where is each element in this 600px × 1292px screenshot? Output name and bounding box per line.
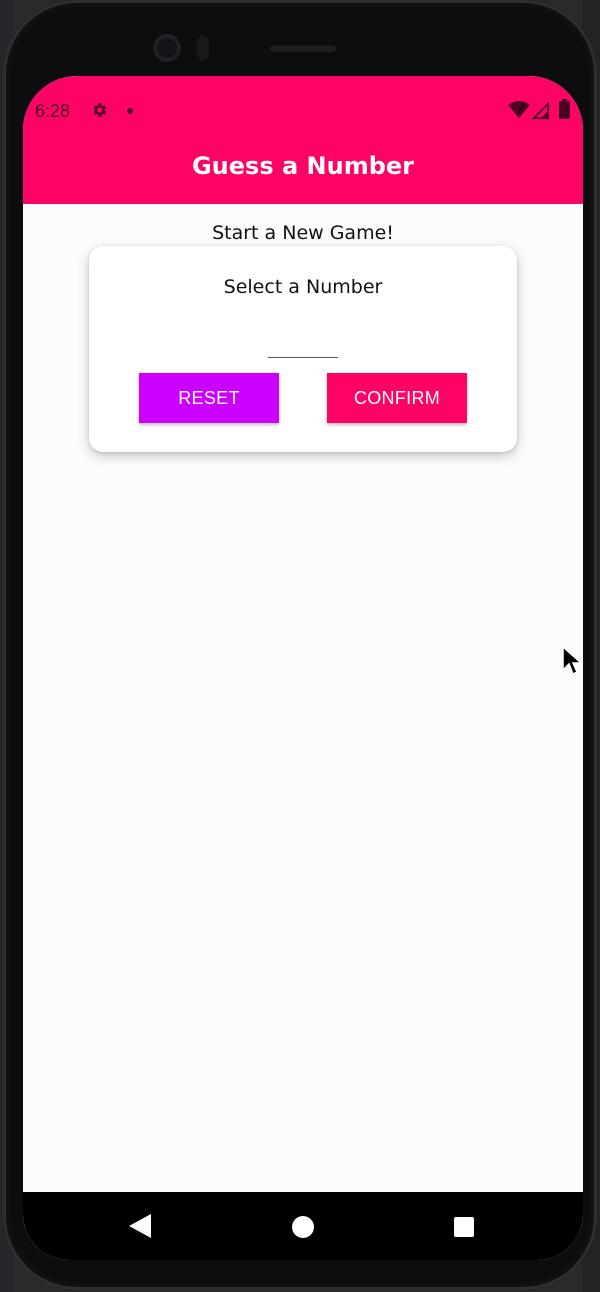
notification-dot-icon bbox=[127, 108, 133, 114]
app-title: Guess a Number bbox=[191, 152, 414, 180]
screenshot-stage: 6:28 Guess a Number Start a New Game! Se… bbox=[0, 0, 600, 1292]
recents-icon[interactable] bbox=[454, 1217, 474, 1237]
select-number-label: Select a Number bbox=[223, 276, 383, 298]
phone-frame: 6:28 Guess a Number Start a New Game! Se… bbox=[3, 0, 597, 1290]
app-bar: Guess a Number bbox=[23, 144, 583, 204]
battery-icon bbox=[559, 99, 570, 119]
navigation-bar bbox=[23, 1192, 583, 1260]
sensor-icon bbox=[197, 36, 209, 60]
start-game-screen: Start a New Game! Select a Number RESET … bbox=[23, 204, 583, 1192]
phone-screen: 6:28 Guess a Number Start a New Game! Se… bbox=[23, 76, 583, 1260]
back-icon[interactable] bbox=[129, 1214, 151, 1238]
speaker-grille bbox=[269, 44, 337, 52]
reset-button[interactable]: RESET bbox=[139, 373, 279, 423]
status-time: 6:28 bbox=[35, 101, 71, 121]
number-input[interactable] bbox=[268, 330, 338, 358]
mouse-cursor-icon bbox=[562, 646, 582, 676]
input-card: Select a Number RESET CONFIRM bbox=[89, 246, 517, 452]
status-bar: 6:28 bbox=[23, 76, 583, 144]
gear-icon bbox=[93, 103, 107, 117]
start-game-title: Start a New Game! bbox=[212, 222, 394, 244]
signal-icon bbox=[532, 102, 550, 120]
home-icon[interactable] bbox=[292, 1216, 314, 1238]
confirm-button[interactable]: CONFIRM bbox=[327, 373, 467, 423]
wifi-icon bbox=[508, 101, 530, 119]
camera-icon bbox=[153, 34, 181, 62]
